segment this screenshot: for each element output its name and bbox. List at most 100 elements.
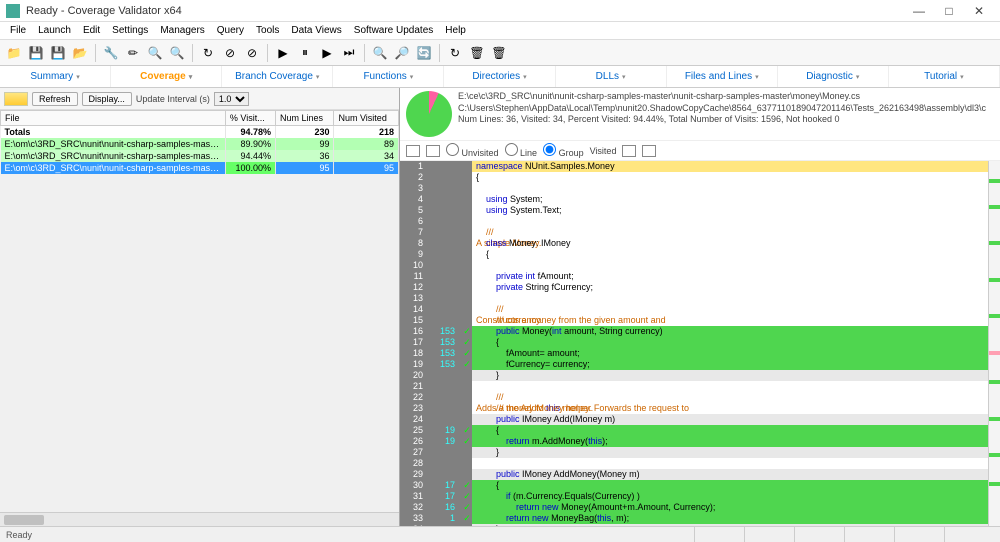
code-line[interactable]: class Money: IMoney	[472, 238, 988, 249]
menu-file[interactable]: File	[4, 25, 32, 36]
file-table[interactable]: File% Visit...Num LinesNum Visited Total…	[0, 110, 399, 512]
menu-tools[interactable]: Tools	[250, 25, 285, 36]
code-line[interactable]	[472, 381, 988, 392]
code-line[interactable]: /// Adds a money to this money. Forwards…	[472, 392, 988, 403]
code-line[interactable]	[472, 260, 988, 271]
toolbar-button-0[interactable]: 📁	[4, 43, 24, 63]
toolbar-button-3[interactable]: 📂	[70, 43, 90, 63]
radio-unvisited[interactable]: Unvisited	[446, 143, 499, 158]
horizontal-scrollbar[interactable]	[0, 512, 399, 526]
toolbar-button-15[interactable]: 🔍	[370, 43, 390, 63]
code-line[interactable]	[472, 293, 988, 304]
toolbar-button-12[interactable]: ⏸	[295, 43, 315, 63]
code-line[interactable]	[472, 183, 988, 194]
refresh-button[interactable]: Refresh	[32, 92, 78, 106]
tab-tutorial[interactable]: Tutorial▾	[889, 66, 1000, 87]
toolbar-button-16[interactable]: 🔎	[392, 43, 412, 63]
code-line[interactable]: {	[472, 480, 988, 491]
code-line[interactable]: {	[472, 249, 988, 260]
toolbar-button-18[interactable]: ↻	[445, 43, 465, 63]
code-viewer[interactable]: 1234567891011121314151617181920212223242…	[400, 161, 1000, 526]
tab-branch-coverage[interactable]: Branch Coverage▾	[222, 66, 333, 87]
code-line[interactable]: public IMoney AddMoney(Money m)	[472, 469, 988, 480]
toolbar-button-7[interactable]: 🔍	[167, 43, 187, 63]
code-line[interactable]: return new MoneyBag(this, m);	[472, 513, 988, 524]
display-button[interactable]: Display...	[82, 92, 132, 106]
code-line[interactable]: /// Constructs a money from the given am…	[472, 304, 988, 315]
code-line[interactable]: {	[472, 172, 988, 183]
radio-line[interactable]: Line	[505, 143, 538, 158]
code-body[interactable]: namespace NUnit.Samples.Money{ using Sys…	[472, 161, 988, 526]
table-row[interactable]: E:\om\c\3RD_SRC\nunit\nunit-csharp-sampl…	[1, 162, 399, 174]
toolbar-button-17[interactable]: 🔄	[414, 43, 434, 63]
code-line[interactable]: }	[472, 524, 988, 526]
column-header[interactable]: Num Lines	[275, 111, 334, 126]
code-line[interactable]: /// A simple Money.	[472, 227, 988, 238]
toolbar-button-13[interactable]: ▶	[317, 43, 337, 63]
code-line[interactable]: return m.AddMoney(this);	[472, 436, 988, 447]
code-line[interactable]: namespace NUnit.Samples.Money	[472, 161, 988, 172]
code-line[interactable]: /// the AddMoney helper.	[472, 403, 988, 414]
minimize-button[interactable]: —	[904, 1, 934, 21]
toolbar-button-9[interactable]: ⊘	[220, 43, 240, 63]
code-line[interactable]: fCurrency= currency;	[472, 359, 988, 370]
menu-launch[interactable]: Launch	[32, 25, 77, 36]
tab-files-and-lines[interactable]: Files and Lines▾	[667, 66, 778, 87]
code-line[interactable]: {	[472, 425, 988, 436]
toolbar-button-14[interactable]: ⏭	[339, 43, 359, 63]
tab-directories[interactable]: Directories▾	[444, 66, 555, 87]
nav-prev-icon[interactable]	[622, 145, 636, 157]
code-line[interactable]: }	[472, 447, 988, 458]
prev-icon[interactable]	[406, 145, 420, 157]
table-row[interactable]: E:\om\c\3RD_SRC\nunit\nunit-csharp-sampl…	[1, 138, 399, 150]
code-line[interactable]: public Money(int amount, String currency…	[472, 326, 988, 337]
menu-software-updates[interactable]: Software Updates	[348, 25, 440, 36]
code-line[interactable]: {	[472, 337, 988, 348]
toolbar-button-1[interactable]: 💾	[26, 43, 46, 63]
toolbar-button-11[interactable]: ▶	[273, 43, 293, 63]
tab-coverage[interactable]: Coverage▾	[111, 66, 222, 87]
filter-icon[interactable]	[4, 92, 28, 106]
menu-data-views[interactable]: Data Views	[285, 25, 347, 36]
menu-settings[interactable]: Settings	[106, 25, 154, 36]
menu-managers[interactable]: Managers	[154, 25, 210, 36]
interval-select[interactable]: 1.0	[214, 92, 249, 106]
minimap[interactable]	[988, 161, 1000, 526]
toolbar-button-2[interactable]: 💾	[48, 43, 68, 63]
column-header[interactable]: File	[1, 111, 226, 126]
code-line[interactable]: using System.Text;	[472, 205, 988, 216]
code-line[interactable]: private String fCurrency;	[472, 282, 988, 293]
code-line[interactable]	[472, 458, 988, 469]
column-header[interactable]: Num Visited	[334, 111, 399, 126]
toolbar-button-8[interactable]: ↻	[198, 43, 218, 63]
code-line[interactable]: fAmount= amount;	[472, 348, 988, 359]
tab-functions[interactable]: Functions▾	[333, 66, 444, 87]
close-button[interactable]: ✕	[964, 1, 994, 21]
menu-edit[interactable]: Edit	[77, 25, 106, 36]
code-line[interactable]: return new Money(Amount+m.Amount, Curren…	[472, 502, 988, 513]
toolbar-button-4[interactable]: 🔧	[101, 43, 121, 63]
code-line[interactable]: if (m.Currency.Equals(Currency) )	[472, 491, 988, 502]
next-icon[interactable]	[426, 145, 440, 157]
tab-diagnostic[interactable]: Diagnostic▾	[778, 66, 889, 87]
table-row[interactable]: E:\om\c\3RD_SRC\nunit\nunit-csharp-sampl…	[1, 150, 399, 162]
maximize-button[interactable]: □	[934, 1, 964, 21]
toolbar-button-19[interactable]: 🗑	[467, 43, 487, 63]
code-line[interactable]: public IMoney Add(IMoney m)	[472, 414, 988, 425]
toolbar-button-6[interactable]: 🔍	[145, 43, 165, 63]
code-line[interactable]: using System;	[472, 194, 988, 205]
code-line[interactable]	[472, 216, 988, 227]
toolbar-button-5[interactable]: ✏	[123, 43, 143, 63]
menu-help[interactable]: Help	[439, 25, 472, 36]
tab-summary[interactable]: Summary▾	[0, 66, 111, 87]
code-line[interactable]: }	[472, 370, 988, 381]
radio-group[interactable]: Group	[543, 143, 584, 158]
nav-next-icon[interactable]	[642, 145, 656, 157]
tab-dlls[interactable]: DLLs▾	[556, 66, 667, 87]
toolbar-button-10[interactable]: ⊘	[242, 43, 262, 63]
toolbar-button-20[interactable]: 🗑	[489, 43, 509, 63]
menu-query[interactable]: Query	[211, 25, 250, 36]
coverage-pie-icon	[406, 91, 452, 137]
code-line[interactable]: private int fAmount;	[472, 271, 988, 282]
column-header[interactable]: % Visit...	[225, 111, 275, 126]
